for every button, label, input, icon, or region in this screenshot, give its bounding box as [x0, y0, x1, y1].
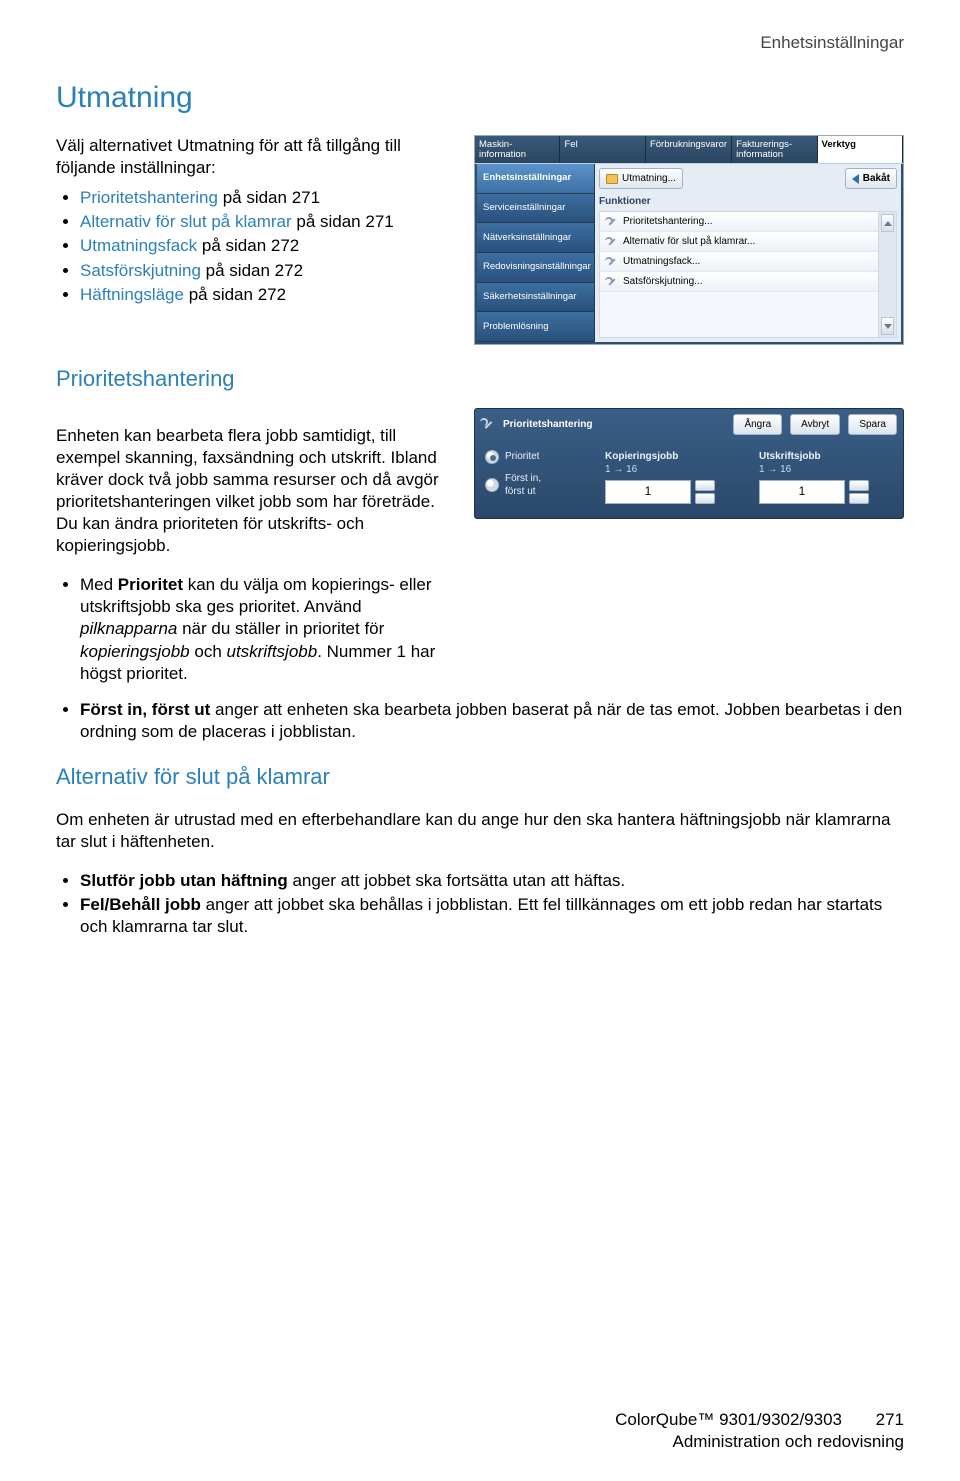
stepper-value: 1: [605, 480, 691, 504]
prioritetshantering-paragraph: Enheten kan bearbeta flera jobb samtidig…: [56, 425, 454, 558]
spinner-group: Kopieringsjobb1 → 16 1: [605, 450, 739, 504]
stepper-up-button[interactable]: [849, 480, 869, 491]
radio-option[interactable]: Först in,först ut: [485, 472, 593, 498]
undo-button[interactable]: Ångra: [733, 414, 782, 435]
tabs-row: Maskin-informationFelFörbrukningsvarorFa…: [475, 136, 903, 164]
prioritetshantering-bullet-list-wide: Först in, först ut anger att enheten ska…: [56, 699, 904, 743]
figure-prioritetshantering-dialog: Prioritetshantering Ångra Avbryt Spara P…: [474, 408, 904, 519]
save-button[interactable]: Spara: [848, 414, 897, 435]
section-title-prioritetshantering: Prioritetshantering: [56, 365, 904, 394]
wrench-icon: [606, 216, 618, 228]
intro-list-link[interactable]: Satsförskjutning: [80, 261, 201, 280]
sidebar-item[interactable]: Säkerhetsinställningar: [477, 283, 595, 313]
wrench-icon: [606, 236, 618, 248]
intro-list-item: Prioritetshantering på sidan 271: [80, 187, 454, 209]
number-stepper[interactable]: 1: [605, 480, 715, 504]
bullet-item: Först in, först ut anger att enheten ska…: [80, 699, 904, 743]
number-stepper[interactable]: 1: [759, 480, 869, 504]
intro-list-link[interactable]: Prioritetshantering: [80, 188, 218, 207]
scroll-up-button[interactable]: [881, 214, 894, 232]
group-label: Kopieringsjobb: [605, 450, 739, 463]
page-title: Utmatning: [56, 78, 904, 117]
radio-group: Prioritet Först in,först ut: [485, 450, 593, 504]
alternativ-paragraph: Om enheten är utrustad med en efterbehan…: [56, 809, 904, 853]
intro-list-item: Häftningsläge på sidan 272: [80, 284, 454, 306]
group-label: Utskriftsjobb: [759, 450, 893, 463]
back-button[interactable]: Bakåt: [845, 168, 897, 189]
intro-list-item: Utmatningsfack på sidan 272: [80, 235, 454, 257]
function-item[interactable]: Alternativ för slut på klamrar...: [600, 232, 878, 252]
stepper-value: 1: [759, 480, 845, 504]
wrench-icon: [481, 417, 495, 431]
sidebar: EnhetsinställningarServiceinställningarN…: [477, 164, 595, 342]
section-title-alternativ: Alternativ för slut på klamrar: [56, 763, 904, 792]
tab-f-rbrukningsvaror[interactable]: Förbrukningsvaror: [646, 136, 732, 163]
prioritetshantering-bullet-list-short: Med Prioritet kan du välja om kopierings…: [56, 574, 454, 684]
intro-list-link[interactable]: Alternativ för slut på klamrar: [80, 212, 292, 231]
back-label: Bakåt: [863, 172, 890, 185]
folder-icon: [606, 174, 618, 184]
tab-fel[interactable]: Fel: [560, 136, 645, 163]
intro-list-item: Alternativ för slut på klamrar på sidan …: [80, 211, 454, 233]
page-footer: ColorQube™ 9301/9302/9303 271 Administra…: [615, 1409, 904, 1453]
tab-verktyg[interactable]: Verktyg: [818, 136, 903, 163]
tab-maskin-information[interactable]: Maskin-information: [475, 136, 560, 163]
intro-list-link[interactable]: Utmatningsfack: [80, 236, 197, 255]
footer-line2: Administration och redovisning: [615, 1431, 904, 1453]
sidebar-item[interactable]: Enhetsinställningar: [477, 164, 595, 194]
figure-utmatning-panel: Maskin-informationFelFörbrukningsvarorFa…: [474, 135, 904, 345]
radio-icon: [485, 450, 499, 464]
scrollbar[interactable]: [878, 212, 896, 337]
back-arrow-icon: [852, 174, 859, 184]
scroll-down-button[interactable]: [881, 317, 894, 335]
stepper-up-button[interactable]: [695, 480, 715, 491]
stepper-down-button[interactable]: [849, 493, 869, 504]
footer-page-number: 271: [864, 1409, 904, 1431]
bullet-item: Med Prioritet kan du välja om kopierings…: [80, 574, 454, 684]
radio-icon: [485, 478, 499, 492]
bullet-item: Slutför jobb utan häftning anger att job…: [80, 870, 904, 892]
sidebar-item[interactable]: Serviceinställningar: [477, 194, 595, 224]
bullet-item: Fel/Behåll jobb anger att jobbet ska beh…: [80, 894, 904, 938]
function-item[interactable]: Utmatningsfack...: [600, 252, 878, 272]
sidebar-item[interactable]: Problemlösning: [477, 312, 595, 342]
spinner-group: Utskriftsjobb1 → 16 1: [759, 450, 893, 504]
group-range: 1 → 16: [759, 463, 893, 476]
footer-product: ColorQube™ 9301/9302/9303: [615, 1409, 842, 1431]
wrench-icon: [606, 256, 618, 268]
stepper-down-button[interactable]: [695, 493, 715, 504]
intro-list-link[interactable]: Häftningsläge: [80, 285, 184, 304]
intro-list: Prioritetshantering på sidan 271Alternat…: [56, 187, 454, 305]
page-header: Enhetsinställningar: [56, 32, 904, 54]
function-list: Prioritetshantering...Alternativ för slu…: [600, 212, 878, 337]
group-range: 1 → 16: [605, 463, 739, 476]
radio-option[interactable]: Prioritet: [485, 450, 593, 464]
sidebar-item[interactable]: Nätverksinställningar: [477, 223, 595, 253]
function-item[interactable]: Prioritetshantering...: [600, 212, 878, 232]
intro-list-item: Satsförskjutning på sidan 272: [80, 260, 454, 282]
dialog-title: Prioritetshantering: [503, 418, 592, 431]
sidebar-item[interactable]: Redovisningsinställningar: [477, 253, 595, 283]
chevron-up-icon: [884, 221, 892, 226]
folder-label: Utmatning...: [622, 172, 676, 185]
folder-button[interactable]: Utmatning...: [599, 168, 683, 189]
chevron-down-icon: [884, 324, 892, 329]
spinner-groups: Kopieringsjobb1 → 161Utskriftsjobb1 → 16…: [605, 450, 893, 504]
intro-text: Välj alternativet Utmatning för att få t…: [56, 135, 454, 179]
wrench-icon: [606, 276, 618, 288]
section-label: Funktioner: [599, 195, 897, 208]
function-item[interactable]: Satsförskjutning...: [600, 272, 878, 292]
tab-fakturerings-information[interactable]: Fakturerings-information: [732, 136, 817, 163]
cancel-button[interactable]: Avbryt: [790, 414, 840, 435]
alternativ-bullet-list: Slutför jobb utan häftning anger att job…: [56, 870, 904, 938]
